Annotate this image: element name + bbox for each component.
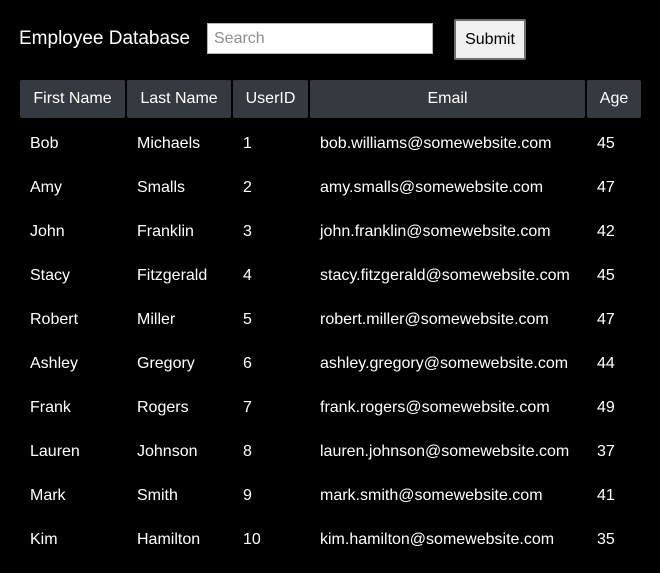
table-row: Stacy Fitzgerald 4 stacy.fitzgerald@some… xyxy=(20,254,641,298)
table-header-row: First Name Last Name UserID Email Age xyxy=(20,80,641,118)
cell-age: 35 xyxy=(597,531,615,548)
cell-age: 45 xyxy=(597,135,615,152)
page-header: Employee Database Submit xyxy=(0,0,660,80)
cell-userid: 5 xyxy=(243,311,252,328)
cell-age: 37 xyxy=(597,443,615,460)
cell-last-name: Fitzgerald xyxy=(137,267,208,284)
table-row: Amy Smalls 2 amy.smalls@somewebsite.com … xyxy=(20,166,641,210)
cell-first-name: Kim xyxy=(30,531,58,548)
employee-table: First Name Last Name UserID Email Age Bo… xyxy=(18,80,643,562)
cell-first-name: Mark xyxy=(30,487,66,504)
submit-button[interactable]: Submit xyxy=(454,19,526,60)
search-input[interactable] xyxy=(207,23,433,54)
column-header-age: Age xyxy=(587,80,641,118)
cell-email: bob.williams@somewebsite.com xyxy=(320,135,552,152)
cell-last-name: Hamilton xyxy=(137,531,201,548)
cell-first-name: John xyxy=(30,223,65,240)
cell-last-name: Smith xyxy=(137,487,178,504)
table-row: Robert Miller 5 robert.miller@somewebsit… xyxy=(20,298,641,342)
cell-email: lauren.johnson@somewebsite.com xyxy=(320,443,570,460)
cell-age: 49 xyxy=(597,399,615,416)
cell-userid: 4 xyxy=(243,267,252,284)
cell-userid: 7 xyxy=(243,399,252,416)
cell-userid: 1 xyxy=(243,135,252,152)
cell-userid: 10 xyxy=(243,531,261,548)
cell-last-name: Miller xyxy=(137,311,176,328)
cell-last-name: Franklin xyxy=(137,223,194,240)
cell-first-name: Stacy xyxy=(30,267,71,284)
table-row: Mark Smith 9 mark.smith@somewebsite.com … xyxy=(20,474,641,518)
cell-age: 45 xyxy=(597,267,615,284)
cell-last-name: Johnson xyxy=(137,443,198,460)
page-title: Employee Database xyxy=(19,28,191,49)
column-header-userid: UserID xyxy=(233,80,308,118)
cell-email: mark.smith@somewebsite.com xyxy=(320,487,543,504)
table-row: John Franklin 3 john.franklin@somewebsit… xyxy=(20,210,641,254)
cell-last-name: Michaels xyxy=(137,135,201,152)
table-row: Bob Michaels 1 bob.williams@somewebsite.… xyxy=(20,118,641,166)
cell-last-name: Smalls xyxy=(137,179,186,196)
table-row: Kim Hamilton 10 kim.hamilton@somewebsite… xyxy=(20,518,641,562)
cell-email: ashley.gregory@somewebsite.com xyxy=(320,355,569,372)
table-row: Frank Rogers 7 frank.rogers@somewebsite.… xyxy=(20,386,641,430)
cell-first-name: Ashley xyxy=(30,355,79,372)
cell-email: frank.rogers@somewebsite.com xyxy=(320,399,550,416)
cell-first-name: Bob xyxy=(30,135,59,152)
cell-first-name: Lauren xyxy=(30,443,80,460)
cell-email: robert.miller@somewebsite.com xyxy=(320,311,549,328)
column-header-email: Email xyxy=(310,80,585,118)
cell-userid: 8 xyxy=(243,443,252,460)
cell-email: amy.smalls@somewebsite.com xyxy=(320,179,544,196)
cell-userid: 3 xyxy=(243,223,252,240)
cell-first-name: Frank xyxy=(30,399,71,416)
cell-last-name: Rogers xyxy=(137,399,189,416)
cell-email: john.franklin@somewebsite.com xyxy=(320,223,551,240)
cell-first-name: Amy xyxy=(30,179,62,196)
cell-age: 47 xyxy=(597,179,615,196)
table-row: Lauren Johnson 8 lauren.johnson@somewebs… xyxy=(20,430,641,474)
cell-email: stacy.fitzgerald@somewebsite.com xyxy=(320,267,570,284)
cell-age: 44 xyxy=(597,355,615,372)
cell-age: 41 xyxy=(597,487,615,504)
column-header-last-name: Last Name xyxy=(127,80,231,118)
cell-age: 42 xyxy=(597,223,615,240)
cell-userid: 6 xyxy=(243,355,252,372)
cell-userid: 2 xyxy=(243,179,252,196)
cell-age: 47 xyxy=(597,311,615,328)
column-header-first-name: First Name xyxy=(20,80,125,118)
cell-last-name: Gregory xyxy=(137,355,195,372)
cell-first-name: Robert xyxy=(30,311,79,328)
cell-email: kim.hamilton@somewebsite.com xyxy=(320,531,555,548)
cell-userid: 9 xyxy=(243,487,252,504)
table-row: Ashley Gregory 6 ashley.gregory@somewebs… xyxy=(20,342,641,386)
